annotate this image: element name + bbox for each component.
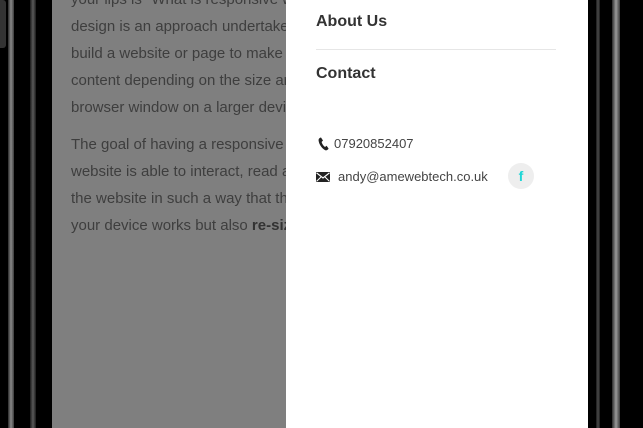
text-line: content depending on the size ar: [71, 72, 286, 89]
phone-number: 07920852407: [334, 136, 414, 151]
email-address: andy@amewebtech.co.uk: [338, 169, 488, 184]
facebook-icon: f: [518, 168, 524, 184]
page-content-overlay[interactable]: your lips is "What is responsive w desig…: [52, 0, 286, 428]
phone-bezel-inner: [596, 0, 600, 428]
paragraph-2: The goal of having a responsive website …: [71, 131, 286, 239]
phone-side-button: [0, 0, 6, 48]
phone-frame-right: [588, 0, 643, 428]
phone-bezel-edge: [8, 0, 14, 428]
text-line: build a website or page to make: [71, 45, 283, 62]
facebook-button[interactable]: f: [508, 163, 534, 189]
bold-text: re-siz: [251, 217, 286, 234]
text-line: your lips is "What is responsive w: [71, 0, 286, 13]
text-line: the website in such a way that th: [71, 190, 286, 207]
text-line: website is able to interact, read a: [71, 163, 286, 180]
menu-divider: [316, 49, 556, 50]
email-contact[interactable]: andy@amewebtech.co.uk: [316, 169, 488, 184]
phone-frame-left: [0, 0, 52, 428]
phone-icon: [316, 137, 330, 151]
text-line: The goal of having a responsive: [71, 136, 284, 153]
text-line: your device works but also re-siz: [71, 212, 286, 239]
menu-item-about-us[interactable]: About Us: [316, 13, 556, 31]
article-text: your lips is "What is responsive w desig…: [71, 0, 286, 249]
paragraph-1: your lips is "What is responsive w desig…: [71, 0, 286, 121]
phone-bezel-edge: [612, 0, 620, 428]
text-line: design is an approach undertake: [71, 18, 286, 35]
mobile-menu-panel: About Us Contact 07920852407 andy@ameweb…: [286, 0, 588, 428]
text-line: browser window on a larger devi: [71, 99, 286, 116]
menu-item-contact[interactable]: Contact: [316, 65, 556, 83]
text-segment: your device works but also: [71, 217, 252, 234]
mail-icon: [316, 171, 330, 182]
phone-bezel-inner: [30, 0, 36, 428]
phone-contact[interactable]: 07920852407: [316, 136, 414, 151]
